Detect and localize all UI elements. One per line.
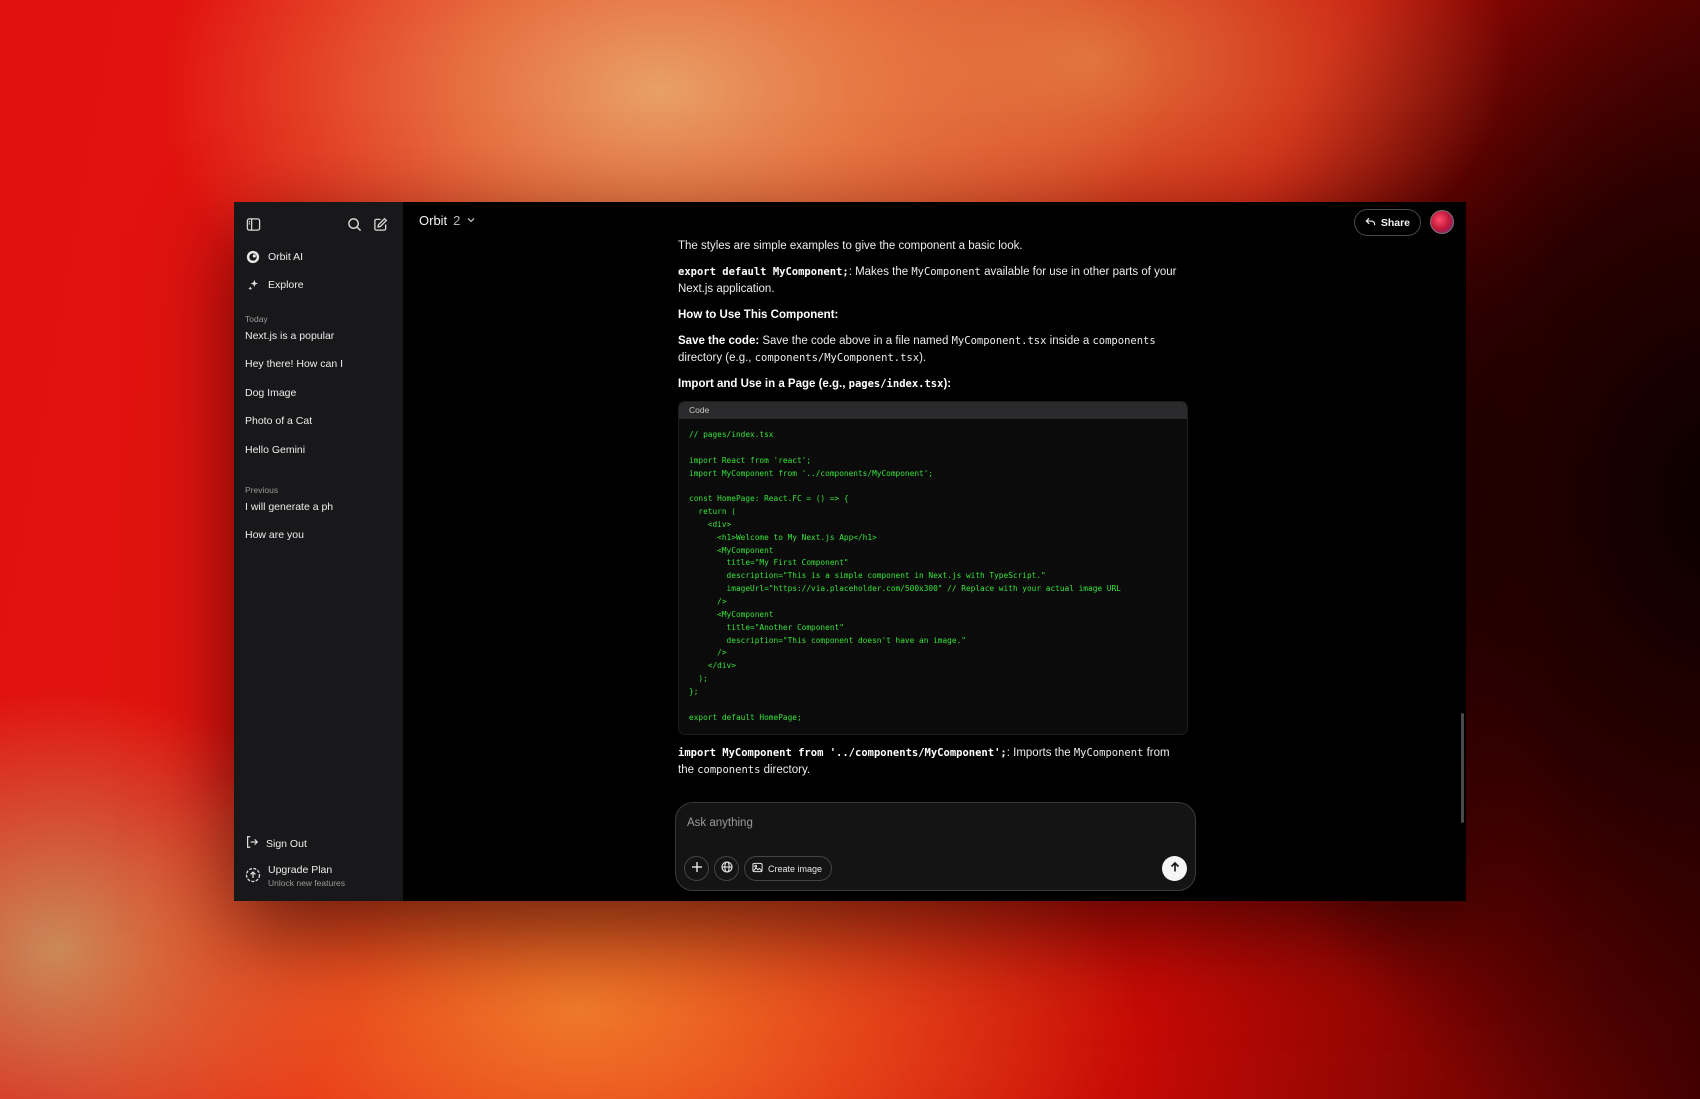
history-item[interactable]: Hello Gemini xyxy=(245,444,305,456)
paragraph-text: : Makes the xyxy=(848,266,912,278)
composer: Create image xyxy=(675,802,1196,891)
model-selector[interactable]: Orbit 2 xyxy=(419,213,476,228)
history-item[interactable]: Next.js is a popular xyxy=(245,330,334,342)
search-icon[interactable] xyxy=(341,211,367,237)
globe-icon xyxy=(720,860,733,878)
inline-code: components xyxy=(1092,335,1156,347)
paragraph-text: The styles are simple examples to give t… xyxy=(678,240,1023,252)
new-chat-icon[interactable] xyxy=(367,211,393,237)
upgrade-plan-title: Upgrade Plan xyxy=(268,864,333,876)
heading-text: ): xyxy=(943,378,952,390)
paragraph-text: Save the code above in a file named xyxy=(759,335,952,347)
inline-code: MyComponent xyxy=(1073,747,1144,760)
heading-text: Import and Use in a Page (e.g., xyxy=(678,378,849,390)
paragraph-text: inside a xyxy=(1046,335,1093,347)
share-icon xyxy=(1365,216,1376,230)
sidebar-item-explore[interactable]: Explore xyxy=(245,274,304,296)
message-paragraph: The styles are simple examples to give t… xyxy=(678,238,1188,255)
share-button[interactable]: Share xyxy=(1353,209,1421,236)
message-paragraph: export default MyComponent;: Makes the M… xyxy=(678,264,1188,298)
paragraph-text: : Imports the xyxy=(1006,747,1074,760)
chevron-down-icon xyxy=(466,213,476,228)
sign-out-button[interactable]: Sign Out xyxy=(245,835,307,852)
sidebar-item-label: Explore xyxy=(268,279,304,291)
chat-main: Orbit 2 Share The styles are simple exam… xyxy=(403,202,1466,901)
upgrade-icon xyxy=(245,867,261,886)
code-content: // pages/index.tsx import React from 're… xyxy=(689,430,1121,722)
create-image-button[interactable]: Create image xyxy=(744,856,833,881)
paragraph-text: directory. xyxy=(760,764,811,777)
toggle-sidebar-icon[interactable] xyxy=(240,211,266,237)
sign-out-label: Sign Out xyxy=(266,837,307,850)
today-section-label: Today xyxy=(245,314,268,324)
paragraph-text: directory (e.g., xyxy=(678,352,755,364)
code-block: Code // pages/index.tsx import React fro… xyxy=(678,401,1188,736)
heading-text: How to Use This Component: xyxy=(678,309,839,321)
add-attachment-button[interactable] xyxy=(684,856,709,881)
message-paragraph: import MyComponent from '../components/M… xyxy=(678,745,1188,779)
history-item[interactable]: I will generate a ph xyxy=(245,501,333,513)
inline-code: MyComponent.tsx xyxy=(951,335,1047,347)
sidebar-item-orbit-ai[interactable]: Orbit AI xyxy=(245,246,303,268)
assistant-message: The styles are simple examples to give t… xyxy=(678,238,1188,788)
inline-code: MyComponent xyxy=(911,266,981,278)
arrow-up-icon xyxy=(1169,860,1181,878)
model-version: 2 xyxy=(453,213,461,228)
inline-code: import MyComponent from '../components/M… xyxy=(678,747,1007,760)
web-search-button[interactable] xyxy=(714,856,739,881)
model-name: Orbit xyxy=(419,213,448,228)
message-paragraph: Save the code: Save the code above in a … xyxy=(678,333,1188,367)
paragraph-text: ). xyxy=(919,352,927,364)
inline-code: components/MyComponent.tsx xyxy=(754,352,920,364)
history-item[interactable]: Dog Image xyxy=(245,387,296,399)
sidebar-toolbar xyxy=(245,211,393,237)
orbit-logo-icon xyxy=(245,249,261,265)
sidebar: Orbit AI Explore Today Next.js is a popu… xyxy=(234,202,403,901)
section-heading: Import and Use in a Page (e.g., pages/in… xyxy=(678,376,1188,393)
section-heading: How to Use This Component: xyxy=(678,307,1188,324)
upgrade-plan-subtitle: Unlock new features xyxy=(268,878,346,888)
prompt-input[interactable] xyxy=(687,814,1167,832)
app-window: Orbit AI Explore Today Next.js is a popu… xyxy=(234,202,1466,901)
inline-code: export default MyComponent; xyxy=(678,266,849,278)
share-label: Share xyxy=(1380,216,1410,229)
plus-icon xyxy=(691,860,703,878)
sparkle-icon xyxy=(245,277,261,293)
scrollbar[interactable] xyxy=(1461,713,1464,823)
previous-section-label: Previous xyxy=(245,485,279,495)
create-image-label: Create image xyxy=(768,863,823,874)
inline-code: components xyxy=(697,764,761,777)
image-icon xyxy=(752,862,763,875)
history-item[interactable]: Photo of a Cat xyxy=(245,415,312,427)
avatar[interactable] xyxy=(1430,210,1454,234)
code-block-header: Code xyxy=(679,402,1187,419)
history-item[interactable]: How are you xyxy=(245,529,304,541)
inline-code: pages/index.tsx xyxy=(848,378,944,390)
send-button[interactable] xyxy=(1162,856,1187,881)
sign-out-icon xyxy=(245,835,259,852)
sidebar-item-label: Orbit AI xyxy=(268,251,304,263)
upgrade-plan-button[interactable]: Upgrade Plan Unlock new features xyxy=(245,864,345,888)
bold-text: Save the code: xyxy=(678,335,760,347)
history-item[interactable]: Hey there! How can I xyxy=(245,358,343,370)
